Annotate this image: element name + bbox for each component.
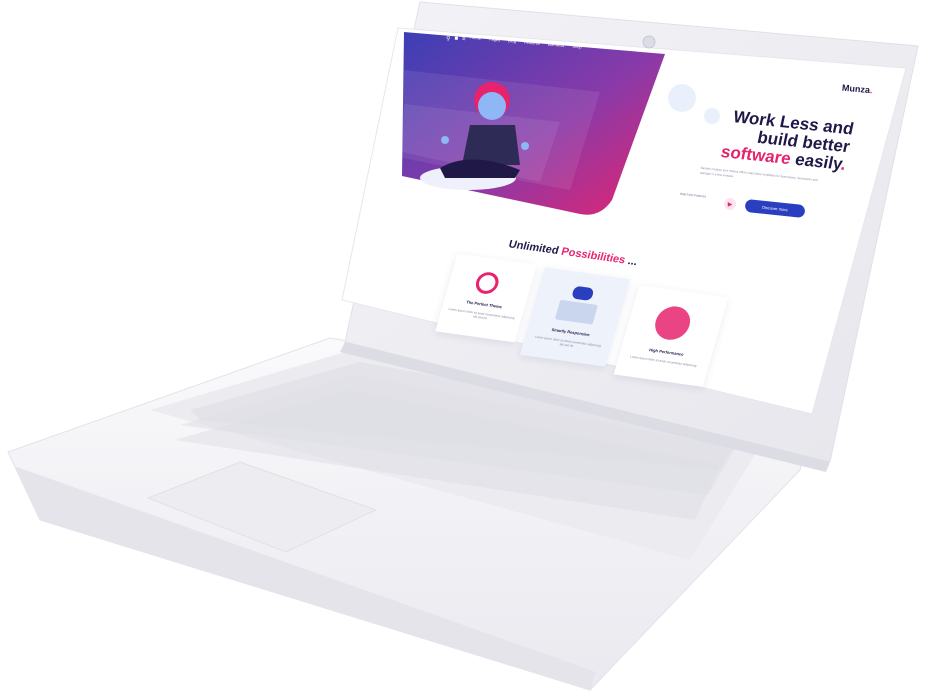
cart-icon[interactable]: ■ bbox=[454, 36, 458, 43]
nav-item-home[interactable]: Home bbox=[470, 35, 481, 41]
laptop-product-image: Munza. Home Pages Blog Features Elements… bbox=[0, 0, 937, 697]
nav-item-pages[interactable]: Pages bbox=[489, 36, 501, 42]
search-icon[interactable]: ⚲ bbox=[446, 35, 451, 42]
chat-bubble-icon bbox=[571, 285, 595, 302]
menu-icon[interactable]: ≡ bbox=[462, 37, 466, 44]
nav-item-shop[interactable]: Shop bbox=[572, 44, 582, 50]
globe-rocket-icon bbox=[651, 304, 695, 342]
nav-item-blog[interactable]: Blog bbox=[508, 38, 516, 44]
play-icon: ▶ bbox=[727, 201, 733, 208]
features-title-suffix: ... bbox=[623, 254, 639, 269]
devices-icon bbox=[554, 299, 598, 325]
play-button[interactable]: ▶ bbox=[724, 198, 736, 210]
target-icon bbox=[473, 270, 502, 296]
webcam bbox=[642, 35, 656, 49]
screen-graphics bbox=[402, 32, 720, 215]
